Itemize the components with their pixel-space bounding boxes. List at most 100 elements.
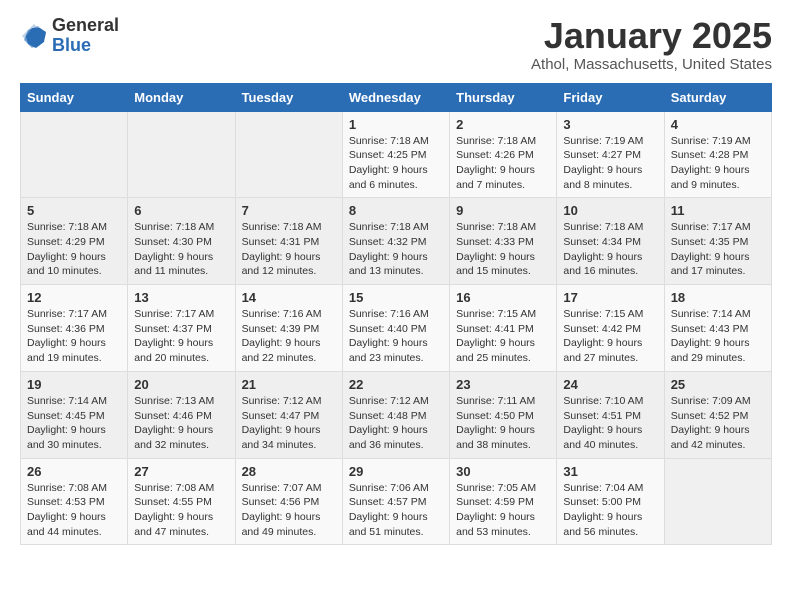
calendar-cell: 30 Sunrise: 7:05 AM Sunset: 4:59 PM Dayli… — [450, 458, 557, 545]
logo-general: General — [52, 16, 119, 36]
calendar-week-row: 12 Sunrise: 7:17 AM Sunset: 4:36 PM Dayli… — [21, 285, 772, 372]
calendar-week-row: 26 Sunrise: 7:08 AM Sunset: 4:53 PM Dayli… — [21, 458, 772, 545]
day-number: 7 — [242, 203, 336, 218]
calendar-cell: 16Sunrise: 7:15 AM Sunset: 4:41 PM Dayli… — [450, 285, 557, 372]
weekday-header: Monday — [128, 83, 235, 111]
calendar-cell: 21 Sunrise: 7:12 AM Sunset: 4:47 PM Dayli… — [235, 371, 342, 458]
calendar-cell: 4Sunrise: 7:19 AM Sunset: 4:28 PM Daylig… — [664, 111, 771, 198]
day-info: Sunrise: 7:12 AM Sunset: 4:48 PM Dayligh… — [349, 394, 443, 453]
weekday-header: Wednesday — [342, 83, 449, 111]
day-info: Sunrise: 7:15 AM Sunset: 4:42 PM Dayligh… — [563, 307, 657, 366]
logo: General Blue — [20, 16, 119, 56]
weekday-header: Sunday — [21, 83, 128, 111]
calendar-cell — [21, 111, 128, 198]
day-number: 13 — [134, 290, 228, 305]
weekday-header: Tuesday — [235, 83, 342, 111]
day-info: Sunrise: 7:11 AM Sunset: 4:50 PM Dayligh… — [456, 394, 550, 453]
day-number: 23 — [456, 377, 550, 392]
calendar-cell: 7 Sunrise: 7:18 AM Sunset: 4:31 PM Daylig… — [235, 198, 342, 285]
calendar-cell: 22 Sunrise: 7:12 AM Sunset: 4:48 PM Dayli… — [342, 371, 449, 458]
day-number: 18 — [671, 290, 765, 305]
day-info: Sunrise: 7:14 AM Sunset: 4:43 PM Dayligh… — [671, 307, 765, 366]
calendar-cell: 18 Sunrise: 7:14 AM Sunset: 4:43 PM Dayli… — [664, 285, 771, 372]
day-number: 6 — [134, 203, 228, 218]
calendar-cell: 17 Sunrise: 7:15 AM Sunset: 4:42 PM Dayli… — [557, 285, 664, 372]
day-info: Sunrise: 7:08 AM Sunset: 4:55 PM Dayligh… — [134, 481, 228, 540]
calendar-cell: 9Sunrise: 7:18 AM Sunset: 4:33 PM Daylig… — [450, 198, 557, 285]
calendar-cell: 8 Sunrise: 7:18 AM Sunset: 4:32 PM Daylig… — [342, 198, 449, 285]
calendar-cell: 31 Sunrise: 7:04 AM Sunset: 5:00 PM Dayli… — [557, 458, 664, 545]
calendar-subtitle: Athol, Massachusetts, United States — [531, 56, 772, 73]
day-number: 21 — [242, 377, 336, 392]
calendar-cell: 11Sunrise: 7:17 AM Sunset: 4:35 PM Dayli… — [664, 198, 771, 285]
day-info: Sunrise: 7:18 AM Sunset: 4:30 PM Dayligh… — [134, 220, 228, 279]
calendar-cell: 12 Sunrise: 7:17 AM Sunset: 4:36 PM Dayli… — [21, 285, 128, 372]
logo-text: General Blue — [52, 16, 119, 56]
calendar-cell: 14Sunrise: 7:16 AM Sunset: 4:39 PM Dayli… — [235, 285, 342, 372]
calendar-week-row: 19 Sunrise: 7:14 AM Sunset: 4:45 PM Dayli… — [21, 371, 772, 458]
calendar-cell: 10 Sunrise: 7:18 AM Sunset: 4:34 PM Dayli… — [557, 198, 664, 285]
day-info: Sunrise: 7:12 AM Sunset: 4:47 PM Dayligh… — [242, 394, 336, 453]
day-info: Sunrise: 7:13 AM Sunset: 4:46 PM Dayligh… — [134, 394, 228, 453]
day-number: 1 — [349, 117, 443, 132]
day-number: 10 — [563, 203, 657, 218]
day-info: Sunrise: 7:18 AM Sunset: 4:34 PM Dayligh… — [563, 220, 657, 279]
day-number: 14 — [242, 290, 336, 305]
title-block: January 2025 Athol, Massachusetts, Unite… — [531, 16, 772, 73]
day-number: 30 — [456, 464, 550, 479]
logo-icon — [20, 22, 48, 50]
day-number: 3 — [563, 117, 657, 132]
calendar-cell: 23 Sunrise: 7:11 AM Sunset: 4:50 PM Dayli… — [450, 371, 557, 458]
day-number: 31 — [563, 464, 657, 479]
calendar-cell: 3Sunrise: 7:19 AM Sunset: 4:27 PM Daylig… — [557, 111, 664, 198]
calendar-cell: 29 Sunrise: 7:06 AM Sunset: 4:57 PM Dayli… — [342, 458, 449, 545]
calendar-cell: 25 Sunrise: 7:09 AM Sunset: 4:52 PM Dayli… — [664, 371, 771, 458]
calendar-cell: 19 Sunrise: 7:14 AM Sunset: 4:45 PM Dayli… — [21, 371, 128, 458]
day-info: Sunrise: 7:06 AM Sunset: 4:57 PM Dayligh… — [349, 481, 443, 540]
calendar-cell: 27 Sunrise: 7:08 AM Sunset: 4:55 PM Dayli… — [128, 458, 235, 545]
calendar-cell: 1 Sunrise: 7:18 AM Sunset: 4:25 PM Daylig… — [342, 111, 449, 198]
day-info: Sunrise: 7:14 AM Sunset: 4:45 PM Dayligh… — [27, 394, 121, 453]
day-info: Sunrise: 7:18 AM Sunset: 4:31 PM Dayligh… — [242, 220, 336, 279]
day-number: 12 — [27, 290, 121, 305]
day-number: 19 — [27, 377, 121, 392]
calendar-cell — [128, 111, 235, 198]
day-number: 25 — [671, 377, 765, 392]
day-info: Sunrise: 7:09 AM Sunset: 4:52 PM Dayligh… — [671, 394, 765, 453]
calendar-cell: 5 Sunrise: 7:18 AM Sunset: 4:29 PM Daylig… — [21, 198, 128, 285]
day-number: 29 — [349, 464, 443, 479]
day-info: Sunrise: 7:16 AM Sunset: 4:40 PM Dayligh… — [349, 307, 443, 366]
day-info: Sunrise: 7:05 AM Sunset: 4:59 PM Dayligh… — [456, 481, 550, 540]
day-info: Sunrise: 7:08 AM Sunset: 4:53 PM Dayligh… — [27, 481, 121, 540]
day-number: 24 — [563, 377, 657, 392]
day-info: Sunrise: 7:18 AM Sunset: 4:29 PM Dayligh… — [27, 220, 121, 279]
day-info: Sunrise: 7:17 AM Sunset: 4:36 PM Dayligh… — [27, 307, 121, 366]
day-info: Sunrise: 7:18 AM Sunset: 4:33 PM Dayligh… — [456, 220, 550, 279]
calendar-cell: 13Sunrise: 7:17 AM Sunset: 4:37 PM Dayli… — [128, 285, 235, 372]
calendar-cell: 26 Sunrise: 7:08 AM Sunset: 4:53 PM Dayli… — [21, 458, 128, 545]
calendar-cell: 6 Sunrise: 7:18 AM Sunset: 4:30 PM Daylig… — [128, 198, 235, 285]
calendar-cell: 2Sunrise: 7:18 AM Sunset: 4:26 PM Daylig… — [450, 111, 557, 198]
page: General Blue January 2025 Athol, Massach… — [0, 0, 792, 565]
calendar-title: January 2025 — [531, 16, 772, 56]
calendar-cell — [235, 111, 342, 198]
day-number: 11 — [671, 203, 765, 218]
day-number: 26 — [27, 464, 121, 479]
calendar-header-row: SundayMondayTuesdayWednesdayThursdayFrid… — [21, 83, 772, 111]
day-number: 8 — [349, 203, 443, 218]
day-number: 16 — [456, 290, 550, 305]
day-number: 5 — [27, 203, 121, 218]
calendar-cell: 28Sunrise: 7:07 AM Sunset: 4:56 PM Dayli… — [235, 458, 342, 545]
day-info: Sunrise: 7:04 AM Sunset: 5:00 PM Dayligh… — [563, 481, 657, 540]
logo-blue: Blue — [52, 36, 119, 56]
day-info: Sunrise: 7:18 AM Sunset: 4:32 PM Dayligh… — [349, 220, 443, 279]
day-number: 17 — [563, 290, 657, 305]
day-info: Sunrise: 7:18 AM Sunset: 4:25 PM Dayligh… — [349, 134, 443, 193]
calendar-cell: 20Sunrise: 7:13 AM Sunset: 4:46 PM Dayli… — [128, 371, 235, 458]
day-number: 22 — [349, 377, 443, 392]
header: General Blue January 2025 Athol, Massach… — [20, 16, 772, 73]
calendar-cell: 15Sunrise: 7:16 AM Sunset: 4:40 PM Dayli… — [342, 285, 449, 372]
day-number: 27 — [134, 464, 228, 479]
weekday-header: Thursday — [450, 83, 557, 111]
day-number: 28 — [242, 464, 336, 479]
